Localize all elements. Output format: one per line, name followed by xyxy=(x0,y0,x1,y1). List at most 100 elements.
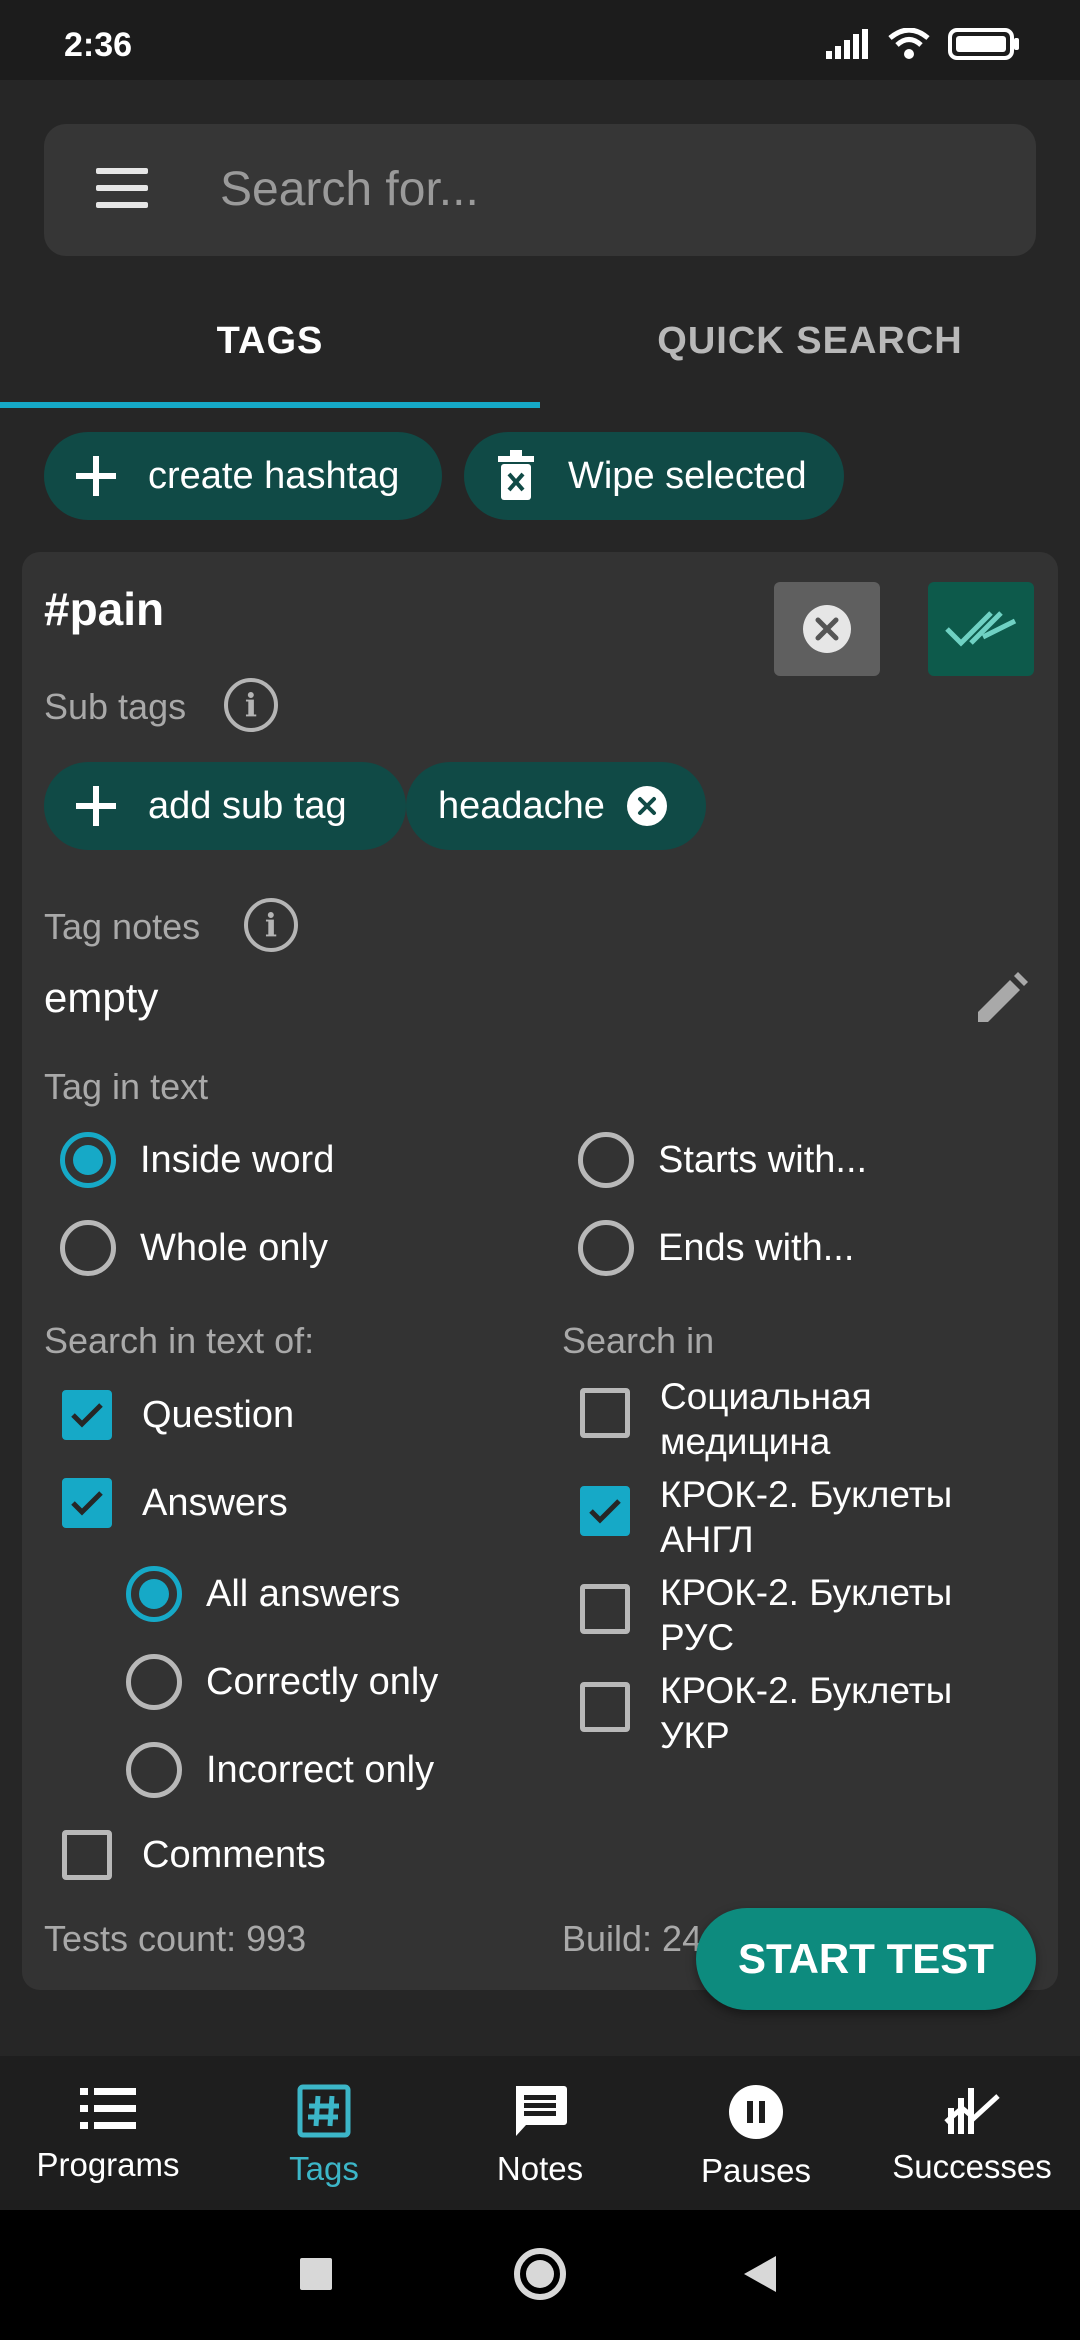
menu-icon[interactable] xyxy=(96,168,148,212)
program-name-line1: КРОК-2. Буклеты xyxy=(660,1474,953,1515)
tab-quick-search[interactable]: QUICK SEARCH xyxy=(540,320,1080,363)
back-icon xyxy=(744,2256,776,2292)
radio-label: Starts with... xyxy=(658,1138,868,1181)
tag-in-text-label: Tag in text xyxy=(44,1066,209,1107)
search-in-label: Search in xyxy=(562,1320,715,1361)
nav-label: Pauses xyxy=(700,2152,812,2189)
add-subtag-label: add sub tag xyxy=(148,784,347,827)
tag-name: #pain xyxy=(44,583,165,635)
info-icon[interactable]: i xyxy=(244,898,298,952)
program-checkbox[interactable]: КРОК-2. Буклеты РУС xyxy=(580,1570,952,1660)
recents-button[interactable] xyxy=(300,2258,332,2290)
radio-button[interactable] xyxy=(60,1132,116,1188)
radio-label: Whole only xyxy=(140,1226,328,1269)
signal-icon xyxy=(826,29,868,59)
subtag-chip[interactable]: headache xyxy=(406,762,706,850)
pause-icon xyxy=(729,2085,783,2139)
radio-inside-word[interactable]: Inside word xyxy=(60,1132,334,1188)
radio-button[interactable] xyxy=(126,1654,182,1710)
back-button[interactable] xyxy=(742,2254,778,2299)
radio-button[interactable] xyxy=(60,1220,116,1276)
check-icon xyxy=(71,1491,103,1516)
build-number: Build: 24 xyxy=(562,1918,703,1959)
tab-tags[interactable]: TAGS xyxy=(0,320,540,363)
checkbox[interactable] xyxy=(580,1486,630,1536)
radio-all-answers[interactable]: All answers xyxy=(126,1566,400,1622)
radio-button[interactable] xyxy=(578,1132,634,1188)
radio-button[interactable] xyxy=(578,1220,634,1276)
nav-label: Programs xyxy=(36,2146,180,2183)
trash-icon xyxy=(486,446,546,506)
program-label: КРОК-2. Буклеты АНГЛ xyxy=(660,1472,952,1562)
system-nav-bar xyxy=(0,2210,1080,2340)
select-tag-button[interactable] xyxy=(928,582,1034,676)
checkbox[interactable] xyxy=(580,1584,630,1634)
program-name-line1: КРОК-2. Буклеты xyxy=(660,1670,953,1711)
pencil-icon[interactable] xyxy=(974,972,1028,1031)
program-checkbox[interactable]: КРОК-2. Буклеты АНГЛ xyxy=(580,1472,952,1562)
radio-button[interactable] xyxy=(126,1566,182,1622)
home-button[interactable] xyxy=(514,2248,566,2300)
checkbox-question[interactable]: Question xyxy=(62,1390,294,1440)
radio-correctly-only[interactable]: Correctly only xyxy=(126,1654,438,1710)
start-test-button[interactable]: START TEST xyxy=(696,1908,1036,2010)
checkbox[interactable] xyxy=(62,1830,112,1880)
create-hashtag-button[interactable]: create hashtag xyxy=(44,432,442,520)
radio-incorrect-only[interactable]: Incorrect only xyxy=(126,1742,434,1798)
nav-label: Successes xyxy=(892,2148,1052,2185)
radio-whole-only[interactable]: Whole only xyxy=(60,1220,328,1276)
create-hashtag-label: create hashtag xyxy=(148,454,400,497)
program-name-line1: КРОК-2. Буклеты xyxy=(660,1572,953,1613)
nav-successes[interactable]: Successes xyxy=(864,2056,1080,2210)
search-bar[interactable]: Search for... xyxy=(44,124,1036,256)
plus-icon xyxy=(66,776,126,836)
program-name-line2: медицина xyxy=(660,1421,831,1462)
nav-programs[interactable]: Programs xyxy=(0,2056,216,2210)
radio-button[interactable] xyxy=(126,1742,182,1798)
radio-label: Ends with... xyxy=(658,1226,855,1269)
program-checkbox[interactable]: КРОК-2. Буклеты УКР xyxy=(580,1668,952,1758)
status-icons xyxy=(826,28,1020,60)
radio-label: Incorrect only xyxy=(206,1748,435,1791)
wipe-selected-label: Wipe selected xyxy=(568,454,807,497)
tag-card: #pain Sub tags i add sub tag headache Ta… xyxy=(22,552,1058,1990)
double-check-icon xyxy=(945,611,1017,647)
checkbox[interactable] xyxy=(580,1388,630,1438)
checkbox[interactable] xyxy=(580,1682,630,1732)
program-label: Социальная медицина xyxy=(660,1374,872,1464)
checkbox[interactable] xyxy=(62,1478,112,1528)
tests-count: Tests count: 993 xyxy=(44,1918,307,1959)
nav-tags[interactable]: Tags xyxy=(216,2056,432,2210)
radio-starts-with[interactable]: Starts with... xyxy=(578,1132,867,1188)
remove-subtag-icon[interactable] xyxy=(626,786,667,826)
search-input[interactable]: Search for... xyxy=(220,162,479,217)
tag-notes-value: empty xyxy=(44,974,159,1021)
status-time: 2:36 xyxy=(64,26,133,64)
wipe-selected-button[interactable]: Wipe selected xyxy=(464,432,844,520)
tab-indicator xyxy=(0,402,540,408)
checkbox-label: Comments xyxy=(142,1833,326,1876)
radio-ends-with[interactable]: Ends with... xyxy=(578,1220,854,1276)
close-circle-icon xyxy=(803,605,851,653)
program-name-line2: УКР xyxy=(660,1715,730,1756)
nav-pauses[interactable]: Pauses xyxy=(648,2056,864,2210)
nav-label: Tags xyxy=(289,2150,359,2187)
subtags-label: Sub tags xyxy=(44,686,187,727)
checkbox-answers[interactable]: Answers xyxy=(62,1478,288,1528)
checkbox-comments[interactable]: Comments xyxy=(62,1830,326,1880)
chart-icon xyxy=(944,2088,1000,2134)
radio-label: Inside word xyxy=(140,1138,335,1181)
checkbox-label: Answers xyxy=(142,1481,288,1524)
remove-tag-button[interactable] xyxy=(774,582,880,676)
list-icon xyxy=(80,2088,136,2129)
program-checkbox[interactable]: Социальная медицина xyxy=(580,1374,872,1464)
add-subtag-button[interactable]: add sub tag xyxy=(44,762,406,850)
program-name-line2: РУС xyxy=(660,1617,735,1658)
program-label: КРОК-2. Буклеты УКР xyxy=(660,1668,952,1758)
info-icon[interactable]: i xyxy=(224,678,278,732)
nav-notes[interactable]: Notes xyxy=(432,2056,648,2210)
checkbox-label: Question xyxy=(142,1393,295,1436)
subtag-label: headache xyxy=(438,784,605,827)
radio-label: Correctly only xyxy=(206,1660,439,1703)
checkbox[interactable] xyxy=(62,1390,112,1440)
